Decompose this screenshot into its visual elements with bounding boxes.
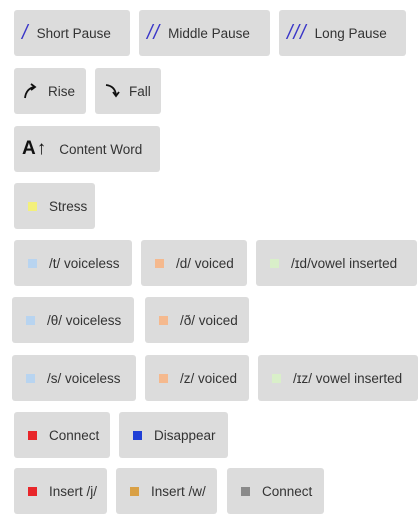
- z-voiced-label: /z/ voiced: [180, 370, 238, 386]
- insert-j-button[interactable]: Insert /j/: [14, 468, 107, 514]
- long-pause-symbol: ///: [287, 21, 307, 44]
- theta-voiceless-color-swatch: [26, 315, 35, 325]
- short-pause-symbol: /: [22, 21, 29, 44]
- t-voiceless-button[interactable]: /t/ voiceless: [14, 240, 132, 286]
- connect-button[interactable]: Connect: [14, 412, 110, 458]
- content-word-symbol: A↑: [22, 138, 48, 159]
- iz-vowel-inserted-button[interactable]: /ɪz/ vowel inserted: [258, 355, 418, 401]
- short-pause-label: Short Pause: [36, 25, 111, 41]
- disappear-label: Disappear: [154, 427, 216, 443]
- eth-voiced-button[interactable]: /ð/ voiced: [145, 297, 249, 343]
- rise-button[interactable]: Rise: [14, 68, 86, 114]
- s-voiceless-label: /s/ voiceless: [47, 370, 121, 386]
- iz-vowel-inserted-label: /ɪz/ vowel inserted: [293, 370, 403, 386]
- insert-w-button[interactable]: Insert /w/: [116, 468, 217, 514]
- d-voiced-button[interactable]: /d/ voiced: [141, 240, 247, 286]
- theta-voiceless-button[interactable]: /θ/ voiceless: [12, 297, 134, 343]
- id-vowel-inserted-color-swatch: [270, 258, 279, 268]
- id-vowel-inserted-button[interactable]: /ɪd/vowel inserted: [256, 240, 417, 286]
- z-voiced-color-swatch: [159, 373, 168, 383]
- insert-w-color-swatch: [130, 486, 139, 496]
- rise-arrow-icon: [24, 83, 37, 99]
- connect-gray-color-swatch: [241, 486, 250, 496]
- connect-color-swatch: [28, 430, 37, 440]
- t-voiceless-color-swatch: [28, 258, 37, 268]
- stress-button[interactable]: Stress: [14, 183, 95, 229]
- fall-arrow-icon: [105, 84, 120, 98]
- short-pause-button[interactable]: / Short Pause: [14, 10, 130, 56]
- fall-button[interactable]: Fall: [95, 68, 161, 114]
- d-voiced-label: /d/ voiced: [176, 255, 234, 271]
- t-voiceless-label: /t/ voiceless: [49, 255, 120, 271]
- disappear-button[interactable]: Disappear: [119, 412, 228, 458]
- insert-w-label: Insert /w/: [151, 483, 206, 499]
- disappear-color-swatch: [133, 430, 142, 440]
- s-voiceless-button[interactable]: /s/ voiceless: [12, 355, 136, 401]
- s-voiceless-color-swatch: [26, 373, 35, 383]
- eth-voiced-color-swatch: [159, 315, 168, 325]
- rise-label: Rise: [48, 83, 76, 99]
- stress-color-swatch: [28, 201, 37, 211]
- insert-j-color-swatch: [28, 486, 37, 496]
- insert-j-label: Insert /j/: [49, 483, 98, 499]
- stress-label: Stress: [49, 198, 88, 214]
- middle-pause-symbol: //: [147, 21, 161, 44]
- content-word-button[interactable]: A↑ Content Word: [14, 126, 160, 172]
- middle-pause-button[interactable]: // Middle Pause: [139, 10, 270, 56]
- theta-voiceless-label: /θ/ voiceless: [47, 312, 122, 328]
- long-pause-label: Long Pause: [314, 25, 387, 41]
- connect-label: Connect: [49, 427, 100, 443]
- eth-voiced-label: /ð/ voiced: [180, 312, 238, 328]
- middle-pause-label: Middle Pause: [168, 25, 250, 41]
- connect-gray-button[interactable]: Connect: [227, 468, 324, 514]
- iz-vowel-inserted-color-swatch: [272, 373, 281, 383]
- connect-gray-label: Connect: [262, 483, 313, 499]
- long-pause-button[interactable]: /// Long Pause: [279, 10, 406, 56]
- d-voiced-color-swatch: [155, 258, 164, 268]
- content-word-label: Content Word: [59, 141, 143, 157]
- id-vowel-inserted-label: /ɪd/vowel inserted: [291, 255, 398, 271]
- z-voiced-button[interactable]: /z/ voiced: [145, 355, 249, 401]
- fall-label: Fall: [129, 83, 151, 99]
